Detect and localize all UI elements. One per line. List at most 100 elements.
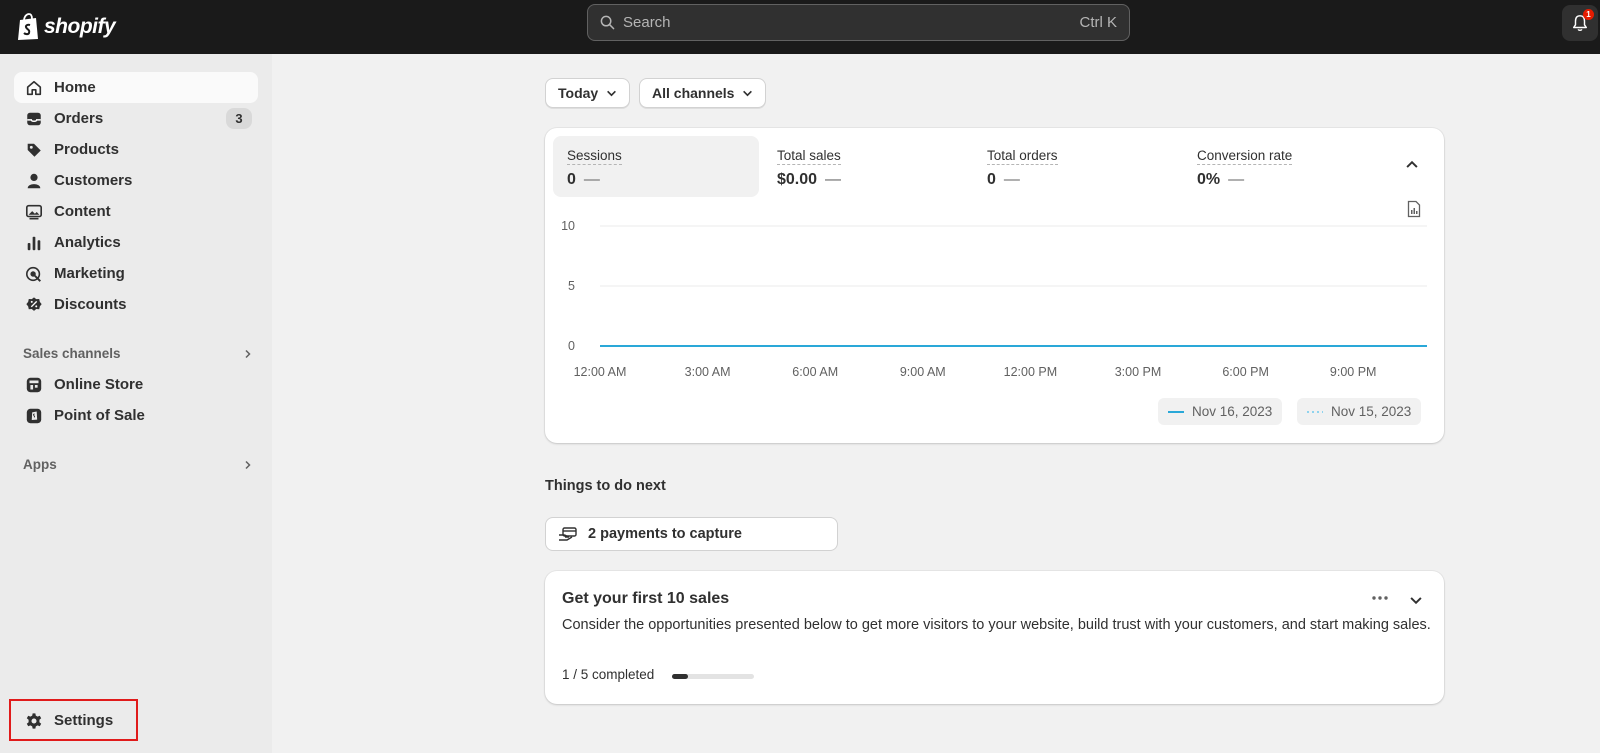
top-bar: shopify Search Ctrl K 1 — [0, 0, 1600, 54]
x-tick-label: 3:00 PM — [1115, 365, 1162, 379]
metric-sessions[interactable]: Sessions 0 — — [553, 136, 759, 197]
sidebar-item-point-of-sale[interactable]: Point of Sale — [14, 400, 258, 431]
sidebar-item-label: Point of Sale — [54, 407, 145, 424]
chevron-up-icon[interactable] — [1405, 158, 1419, 172]
shopify-logo[interactable]: shopify — [16, 8, 116, 46]
sidebar-item-label: Products — [54, 141, 120, 158]
solid-line-swatch-icon — [1168, 410, 1184, 413]
x-tick-label: 6:00 PM — [1222, 365, 1269, 379]
legend-label: Nov 15, 2023 — [1331, 404, 1412, 419]
search-placeholder: Search — [623, 14, 671, 31]
sidebar-item-label: Settings — [54, 712, 114, 729]
sidebar-item-online-store[interactable]: Online Store — [14, 369, 258, 400]
metric-label: Total sales — [777, 148, 841, 165]
sidebar-item-settings[interactable]: Settings — [14, 705, 134, 736]
inbox-icon — [24, 109, 44, 129]
sessions-chart: 10 5 0 12:00 AM 3:00 AM 6:00 AM 9:00 AM 12:00 P… — [561, 219, 1427, 379]
dotted-line-swatch-icon — [1307, 410, 1323, 413]
metric-value: $0.00 — [777, 171, 818, 188]
sidebar-item-analytics[interactable]: Analytics — [14, 227, 258, 258]
analytics-card: Sessions 0 — Total sales $0.00 — Total ord… — [545, 128, 1444, 443]
chevron-down-icon — [743, 90, 753, 96]
metric-value: 0 — [987, 171, 996, 188]
search-icon — [600, 15, 615, 30]
bar-chart-icon — [24, 233, 44, 253]
search-shortcut: Ctrl K — [1079, 14, 1118, 31]
first-sales-card: Get your first 10 sales Consider the opp… — [545, 571, 1444, 704]
sidebar-item-customers[interactable]: Customers — [14, 165, 258, 196]
x-tick-label: 12:00 PM — [1004, 365, 1058, 379]
x-tick-label: 6:00 AM — [792, 365, 838, 379]
more-options-icon[interactable] — [1371, 595, 1389, 601]
sidebar: Home Orders 3 Products Customers Content… — [0, 54, 272, 753]
metric-change: — — [583, 171, 600, 188]
sidebar-item-label: Content — [54, 203, 111, 220]
metric-label: Sessions — [567, 148, 622, 165]
x-tick-label: 9:00 PM — [1330, 365, 1377, 379]
sidebar-item-marketing[interactable]: Marketing — [14, 258, 258, 289]
metric-total-sales[interactable]: Total sales $0.00 — — [763, 136, 969, 197]
search-input[interactable]: Search Ctrl K — [587, 4, 1130, 41]
metric-conversion-rate[interactable]: Conversion rate 0% — — [1183, 136, 1389, 197]
legend-previous-period[interactable]: Nov 15, 2023 — [1297, 398, 1422, 425]
chevron-down-icon — [607, 90, 617, 96]
notifications-button[interactable]: 1 — [1562, 5, 1598, 41]
metric-total-orders[interactable]: Total orders 0 — — [973, 136, 1179, 197]
sidebar-item-orders[interactable]: Orders 3 — [14, 103, 258, 134]
chevron-right-icon — [245, 460, 251, 469]
shopify-bag-icon — [18, 13, 38, 40]
sidebar-item-home[interactable]: Home — [14, 72, 258, 103]
discount-icon — [24, 295, 44, 315]
person-icon — [24, 171, 44, 191]
apps-header[interactable]: Apps — [23, 457, 253, 472]
notification-badge: 1 — [1583, 9, 1594, 20]
x-tick-label: 3:00 AM — [685, 365, 731, 379]
sales-channels-header[interactable]: Sales channels — [23, 346, 253, 361]
y-tick-label: 10 — [561, 219, 575, 233]
sidebar-item-label: Discounts — [54, 296, 127, 313]
payments-to-capture-button[interactable]: 2 payments to capture — [545, 517, 838, 551]
image-icon — [24, 202, 44, 222]
y-tick-label: 5 — [568, 279, 575, 293]
sidebar-item-label: Orders — [54, 110, 104, 127]
payment-hand-icon — [559, 527, 577, 541]
legend-label: Nov 16, 2023 — [1192, 404, 1273, 419]
chevron-down-icon[interactable] — [1409, 593, 1423, 607]
x-tick-label: 9:00 AM — [900, 365, 946, 379]
sidebar-item-label: Marketing — [54, 265, 125, 282]
metric-label: Total orders — [987, 148, 1058, 165]
sidebar-item-label: Customers — [54, 172, 133, 189]
metric-value: 0% — [1197, 171, 1221, 188]
sales-card-title: Get your first 10 sales — [562, 590, 730, 607]
channel-filter-label: All channels — [652, 85, 735, 101]
apps-label: Apps — [23, 457, 57, 472]
progress-bar-fill — [672, 674, 689, 679]
sales-card-description: Consider the opportunities presented bel… — [562, 617, 1431, 633]
sidebar-item-products[interactable]: Products — [14, 134, 258, 165]
metric-change: — — [1003, 171, 1020, 188]
home-icon — [24, 78, 44, 98]
metric-value: 0 — [567, 171, 576, 188]
settings-highlight: Settings — [9, 699, 138, 741]
task-label: 2 payments to capture — [588, 526, 742, 542]
date-filter-button[interactable]: Today — [545, 78, 631, 108]
gear-icon — [24, 711, 44, 731]
sidebar-item-discounts[interactable]: Discounts — [14, 289, 258, 320]
things-to-do-title: Things to do next — [545, 478, 666, 494]
orders-count-badge: 3 — [226, 108, 252, 129]
channel-filter-button[interactable]: All channels — [639, 78, 767, 108]
date-filter-label: Today — [558, 85, 599, 101]
tag-icon — [24, 140, 44, 160]
legend-current-period[interactable]: Nov 16, 2023 — [1158, 398, 1283, 425]
chevron-right-icon — [245, 349, 251, 358]
pos-icon — [24, 406, 44, 426]
progress-label: 1 / 5 completed — [562, 667, 655, 682]
y-tick-label: 0 — [568, 339, 575, 353]
sidebar-item-label: Online Store — [54, 376, 144, 393]
x-tick-label: 12:00 AM — [574, 365, 627, 379]
sidebar-item-label: Home — [54, 79, 96, 96]
sidebar-item-label: Analytics — [54, 234, 121, 251]
metric-label: Conversion rate — [1197, 148, 1293, 165]
sidebar-item-content[interactable]: Content — [14, 196, 258, 227]
progress-bar — [672, 674, 754, 679]
